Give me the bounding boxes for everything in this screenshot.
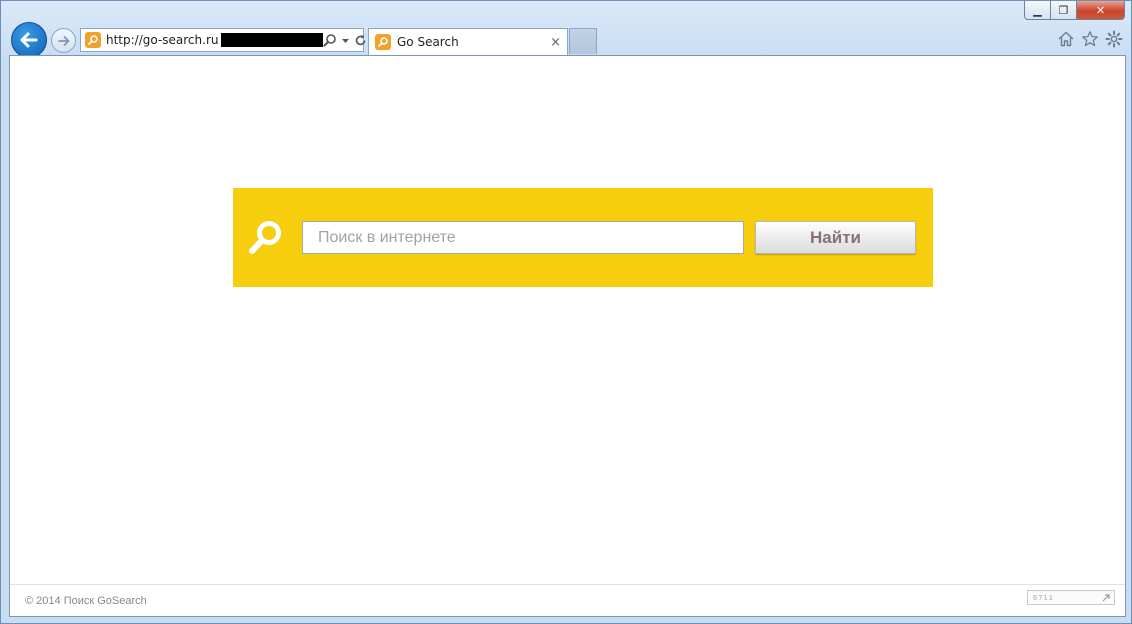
- new-tab-button[interactable]: [569, 28, 597, 54]
- search-icon[interactable]: [323, 33, 337, 47]
- forward-button[interactable]: [51, 28, 76, 53]
- counter-badge[interactable]: 6711: [1027, 590, 1115, 605]
- magnifier-favicon-icon: [85, 32, 101, 48]
- redacted-url-segment: [220, 33, 323, 47]
- refresh-icon[interactable]: [354, 34, 367, 47]
- magnifier-icon: [249, 221, 281, 254]
- command-icons: [1057, 30, 1123, 48]
- chevron-down-icon[interactable]: [341, 36, 350, 45]
- maximize-button[interactable]: ❐: [1051, 1, 1077, 20]
- external-arrow-icon: [1102, 593, 1110, 601]
- back-button[interactable]: [11, 22, 47, 58]
- tab-close-button[interactable]: ×: [550, 35, 561, 50]
- forward-arrow-icon: [57, 35, 69, 46]
- close-window-button[interactable]: ✕: [1077, 1, 1125, 20]
- gear-icon[interactable]: [1105, 30, 1123, 48]
- search-panel: Найти: [233, 188, 933, 287]
- url-text: http://go-search.ru: [106, 33, 219, 47]
- search-button[interactable]: Найти: [755, 221, 916, 254]
- counter-text: 6711: [1033, 593, 1054, 602]
- back-arrow-icon: [20, 32, 38, 48]
- minimize-button[interactable]: ▁: [1024, 1, 1051, 20]
- search-input[interactable]: [302, 221, 744, 254]
- address-bar[interactable]: http://go-search.ru: [80, 28, 367, 52]
- magnifier-favicon-icon: [375, 34, 391, 50]
- footer: © 2014 Поиск GoSearch 6711: [10, 584, 1125, 616]
- star-icon[interactable]: [1081, 30, 1099, 48]
- window-controls: ▁ ❐ ✕: [1024, 1, 1125, 20]
- browser-window: ▁ ❐ ✕ http://go-search.ru Go Search × По…: [0, 0, 1132, 624]
- copyright-text: © 2014 Поиск GoSearch: [25, 595, 147, 607]
- page-content: Найти © 2014 Поиск GoSearch 6711: [9, 55, 1126, 617]
- home-icon[interactable]: [1057, 30, 1075, 48]
- tab-go-search[interactable]: Go Search ×: [368, 28, 568, 55]
- tab-title: Go Search: [397, 35, 459, 49]
